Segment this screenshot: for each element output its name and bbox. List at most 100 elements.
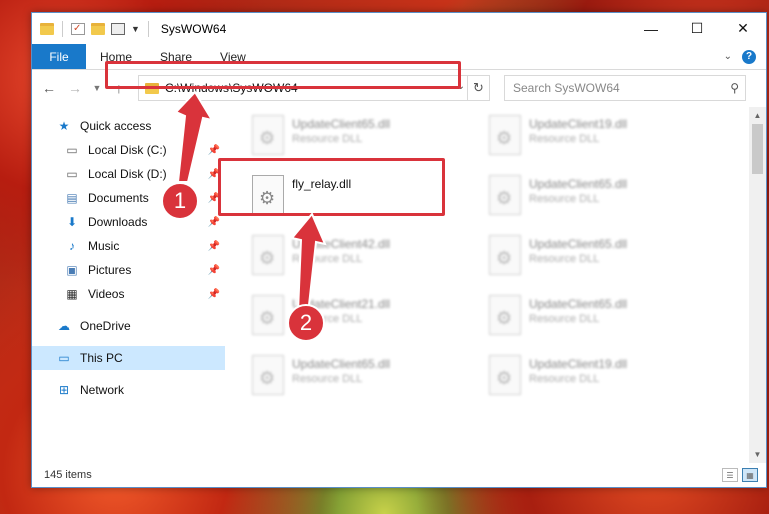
vertical-scrollbar[interactable]: ▲ ▼ <box>749 107 766 463</box>
list-item[interactable]: UpdateClient19.dll Resource DLL <box>489 353 726 413</box>
search-input[interactable]: Search SysWOW64 ⚲ <box>504 75 746 101</box>
close-button[interactable]: ✕ <box>720 13 766 44</box>
minimize-button[interactable]: — <box>628 13 674 44</box>
pin-icon[interactable]: 📌 <box>208 217 220 228</box>
sidebar-item-this-pc[interactable]: ▭ This PC <box>32 346 225 370</box>
recent-locations-button[interactable]: ▼ <box>90 77 104 99</box>
file-type: Resource DLL <box>292 253 363 265</box>
list-item[interactable]: UpdateClient65.dll Resource DLL <box>489 233 726 293</box>
star-icon: ★ <box>58 119 70 133</box>
search-icon: ⚲ <box>730 81 739 95</box>
list-item[interactable]: UpdateClient65.dll Resource DLL <box>252 353 489 413</box>
list-item[interactable]: UpdateClient65.dll Resource DLL <box>489 173 726 233</box>
sidebar-item-local-disk-d[interactable]: ▭ Local Disk (D:) 📌 <box>32 162 225 186</box>
status-bar: 145 items ☰ ▦ <box>32 463 766 487</box>
customize-icon[interactable] <box>111 22 125 35</box>
dll-file-icon <box>489 235 521 275</box>
list-item[interactable]: UpdateClient19.dll Resource DLL <box>489 113 726 173</box>
navigation-pane: ★ Quick access ▭ Local Disk (C:) 📌 ▭ Loc… <box>32 107 226 463</box>
computer-icon: ▭ <box>58 351 70 365</box>
help-icon[interactable]: ? <box>742 49 756 64</box>
sidebar-item-label: Videos <box>88 287 125 301</box>
pin-icon[interactable]: 📌 <box>208 289 220 300</box>
window-title: SysWOW64 <box>160 21 227 36</box>
document-icon: ▤ <box>66 191 78 205</box>
scroll-thumb[interactable] <box>752 124 763 174</box>
search-placeholder: Search SysWOW64 <box>513 81 620 95</box>
sidebar-item-label: This PC <box>80 351 123 365</box>
file-name: UpdateClient65.dll <box>292 357 391 371</box>
list-item[interactable]: UpdateClient42.dll Resource DLL <box>252 233 489 293</box>
sidebar-item-music[interactable]: ♪ Music 📌 <box>32 234 225 258</box>
window-controls: — ☐ ✕ <box>628 13 766 44</box>
step-badge-2: 2 <box>287 304 325 342</box>
forward-button[interactable]: → <box>64 77 86 99</box>
file-highlight-box <box>218 158 445 216</box>
scroll-up-icon[interactable]: ▲ <box>749 107 766 124</box>
sidebar-item-label: Quick access <box>80 119 152 133</box>
expand-ribbon-icon[interactable]: ⌄ <box>724 51 732 62</box>
cloud-icon: ☁ <box>58 319 70 333</box>
file-name: UpdateClient65.dll <box>529 297 628 311</box>
file-type: Resource DLL <box>529 313 600 325</box>
address-highlight-box <box>105 61 461 89</box>
sidebar-item-downloads[interactable]: ⬇ Downloads 📌 <box>32 210 225 234</box>
list-item[interactable]: UpdateClient65.dll Resource DLL <box>489 293 726 353</box>
dll-file-icon <box>252 235 284 275</box>
sidebar-item-label: Local Disk (D:) <box>88 167 167 181</box>
sidebar-item-quick-access[interactable]: ★ Quick access <box>32 114 225 138</box>
sidebar-item-videos[interactable]: ▦ Videos 📌 <box>32 282 225 306</box>
properties-check-icon[interactable] <box>71 22 85 35</box>
pin-icon[interactable]: 📌 <box>208 265 220 276</box>
pin-icon[interactable]: 📌 <box>208 145 220 156</box>
network-icon: ⊞ <box>58 383 70 397</box>
toolbar-divider <box>62 20 63 37</box>
music-icon: ♪ <box>69 239 75 253</box>
file-name: UpdateClient19.dll <box>529 117 628 131</box>
sidebar-item-onedrive[interactable]: ☁ OneDrive <box>32 314 225 338</box>
file-name: UpdateClient42.dll <box>292 237 391 251</box>
dll-file-icon <box>489 115 521 155</box>
file-name: UpdateClient65.dll <box>529 237 628 251</box>
file-name: UpdateClient19.dll <box>529 357 628 371</box>
sidebar-item-pictures[interactable]: ▣ Pictures 📌 <box>32 258 225 282</box>
sidebar-item-local-disk-c[interactable]: ▭ Local Disk (C:) 📌 <box>32 138 225 162</box>
file-type: Resource DLL <box>292 373 363 385</box>
quick-access-toolbar: ▼ <box>32 20 151 37</box>
file-type: Resource DLL <box>529 253 600 265</box>
drive-icon: ▭ <box>66 143 78 157</box>
step-badge-1: 1 <box>161 182 199 220</box>
file-type: Resource DLL <box>529 193 600 205</box>
details-view-icon[interactable]: ☰ <box>722 468 738 482</box>
pin-icon[interactable]: 📌 <box>208 241 220 252</box>
drive-icon: ▭ <box>66 167 78 181</box>
file-type: Resource DLL <box>529 373 600 385</box>
file-type: Resource DLL <box>292 133 363 145</box>
dll-file-icon <box>489 295 521 335</box>
scroll-down-icon[interactable]: ▼ <box>749 446 766 463</box>
sidebar-item-label: Local Disk (C:) <box>88 143 167 157</box>
toolbar-divider <box>147 20 149 37</box>
sidebar-item-label: Pictures <box>88 263 132 277</box>
download-icon: ⬇ <box>66 215 78 229</box>
dll-file-icon <box>252 355 284 395</box>
file-name: UpdateClient65.dll <box>292 117 391 131</box>
toolbar-dropdown-icon[interactable]: ▼ <box>131 24 140 34</box>
refresh-icon[interactable]: ↻ <box>467 76 489 100</box>
sidebar-item-label: Network <box>80 383 125 397</box>
videos-icon: ▦ <box>66 287 78 301</box>
dll-file-icon <box>489 355 521 395</box>
sidebar-item-network[interactable]: ⊞ Network <box>32 378 225 402</box>
back-button[interactable]: ← <box>38 77 60 99</box>
tab-file[interactable]: File <box>32 44 86 69</box>
view-switcher: ☰ ▦ <box>722 468 766 482</box>
tiles-view-icon[interactable]: ▦ <box>742 468 758 482</box>
sidebar-item-label: Downloads <box>88 215 148 229</box>
file-type: Resource DLL <box>529 133 600 145</box>
folder-icon[interactable] <box>40 22 54 35</box>
sidebar-item-label: Music <box>88 239 120 253</box>
item-count: 145 items <box>44 469 92 481</box>
new-folder-icon[interactable] <box>91 22 105 35</box>
pictures-icon: ▣ <box>66 263 78 277</box>
maximize-button[interactable]: ☐ <box>674 13 720 44</box>
